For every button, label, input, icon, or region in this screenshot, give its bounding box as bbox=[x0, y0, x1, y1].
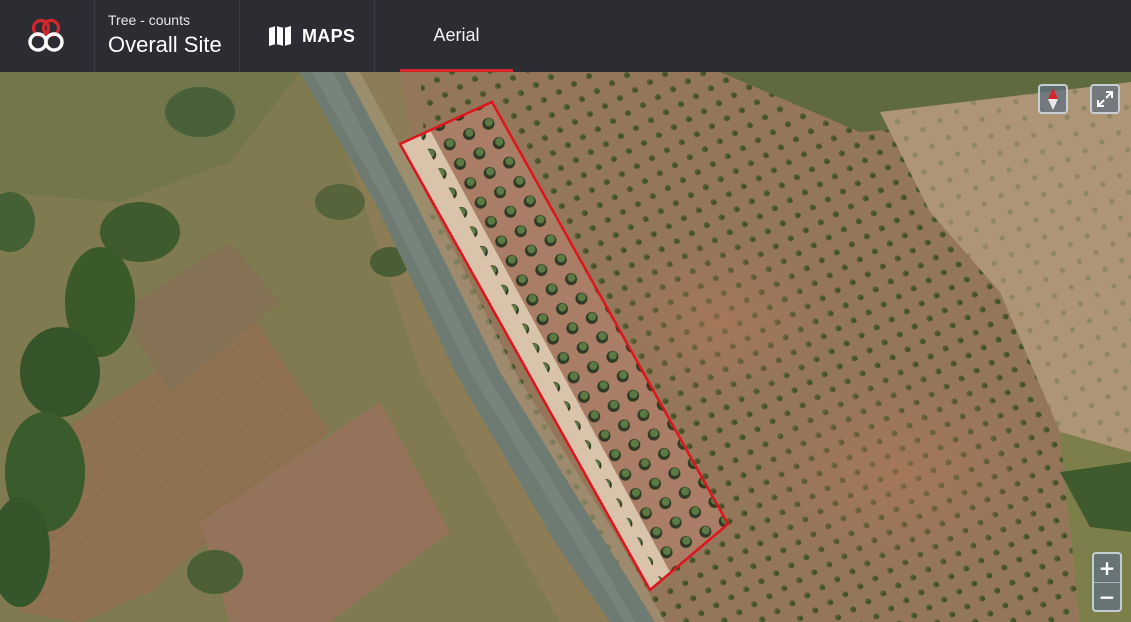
expand-icon bbox=[1097, 91, 1113, 107]
zoom-in-button[interactable]: + bbox=[1094, 554, 1120, 582]
zoom-controls: + − bbox=[1092, 552, 1122, 612]
page-title: Overall Site bbox=[108, 32, 222, 57]
map-icon bbox=[269, 26, 291, 46]
app-logo-icon bbox=[28, 18, 64, 52]
site-title-block: Tree - counts Overall Site bbox=[95, 0, 240, 72]
tab-aerial[interactable]: Aerial bbox=[400, 0, 513, 72]
fullscreen-button[interactable] bbox=[1090, 84, 1120, 114]
compass-icon bbox=[1048, 88, 1058, 110]
top-bar: Tree - counts Overall Site MAPS Aerial bbox=[0, 0, 1131, 72]
aerial-map[interactable]: + − bbox=[0, 72, 1131, 622]
aerial-imagery bbox=[0, 72, 1131, 622]
page-subtitle: Tree - counts bbox=[108, 12, 190, 28]
maps-nav-button[interactable]: MAPS bbox=[240, 0, 375, 72]
zoom-out-button[interactable]: − bbox=[1094, 582, 1120, 610]
tab-aerial-label: Aerial bbox=[433, 24, 480, 45]
logo[interactable] bbox=[0, 0, 95, 72]
maps-label: MAPS bbox=[302, 25, 356, 46]
compass-button[interactable] bbox=[1038, 84, 1068, 114]
